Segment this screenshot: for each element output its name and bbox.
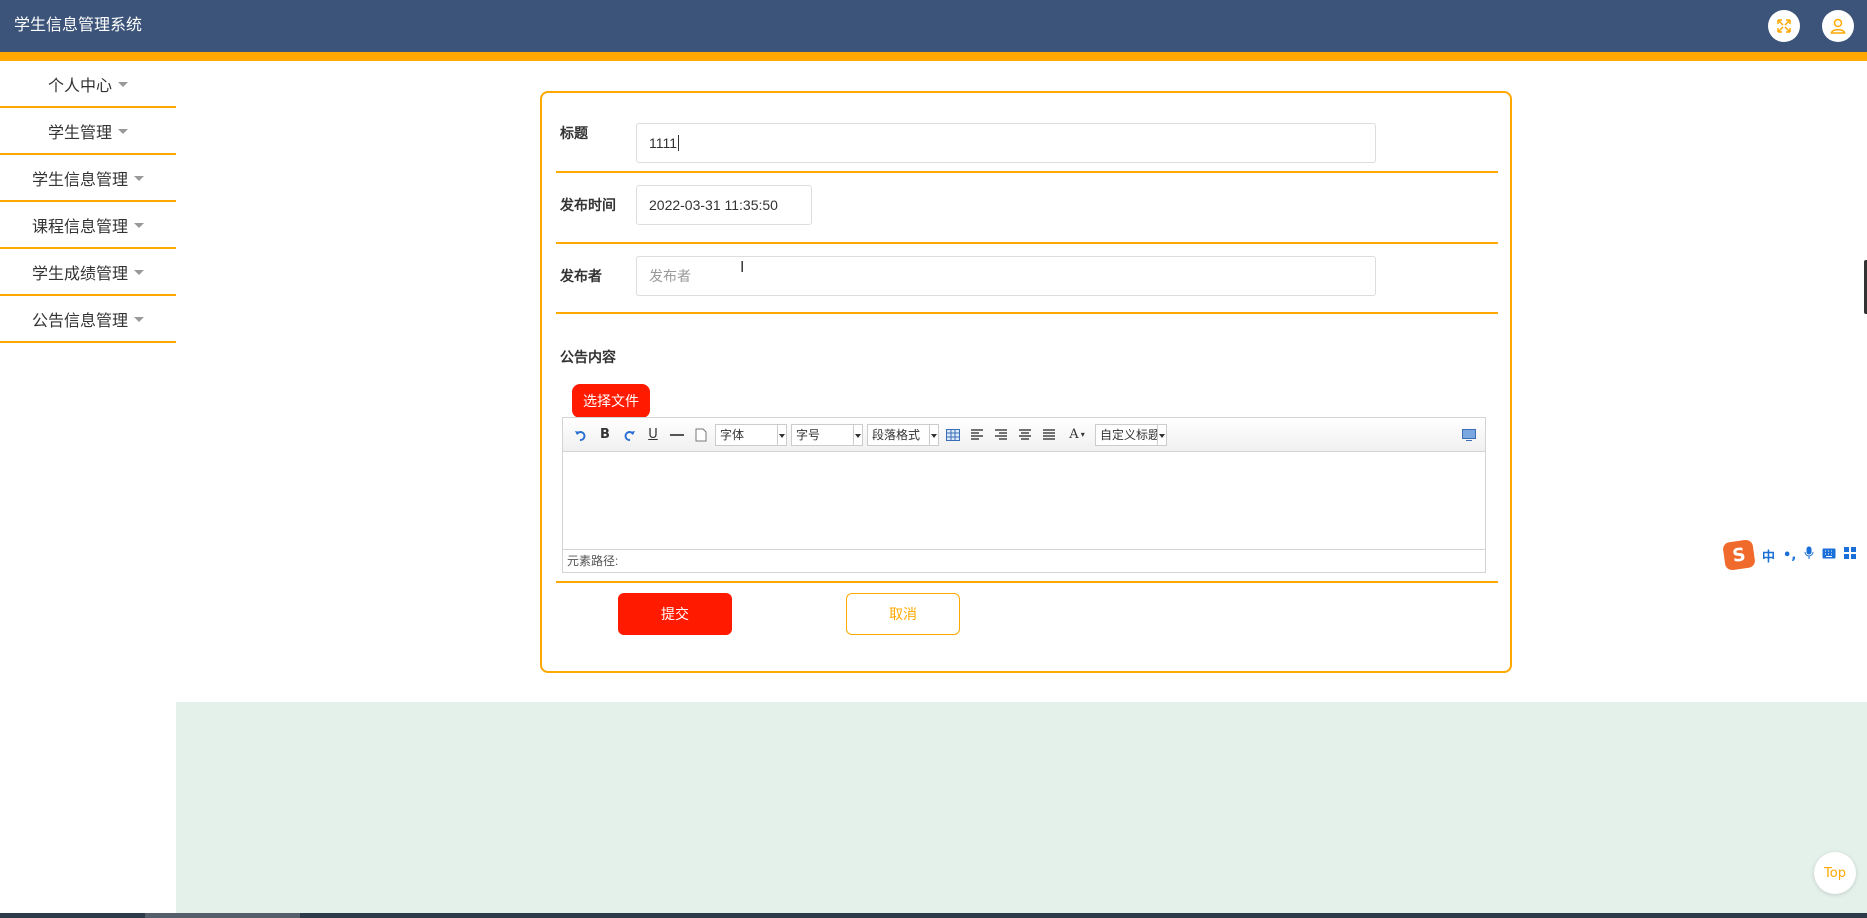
sidebar-item-label: 公告信息管理 <box>31 310 128 330</box>
editor-toolbar: B U 字体 字号 段落格式 A ▾ 自定义标题 <box>563 418 1485 452</box>
undo-icon[interactable] <box>571 425 591 445</box>
scrollbar-thumb[interactable] <box>145 913 300 918</box>
editor-body[interactable] <box>563 452 1485 550</box>
title-input-value: 1111 <box>649 135 678 151</box>
bold-icon[interactable]: B <box>595 425 615 445</box>
footer-area <box>176 702 1867 914</box>
submit-button[interactable]: 提交 <box>618 593 732 635</box>
ime-mode[interactable]: 中 <box>1762 546 1775 565</box>
sogou-logo-icon: S <box>1722 539 1756 571</box>
microphone-icon[interactable] <box>1804 546 1814 564</box>
chevron-down-icon <box>134 270 144 275</box>
horizontal-rule-icon[interactable] <box>667 425 687 445</box>
choose-file-button[interactable]: 选择文件 <box>572 384 650 418</box>
sidebar-item-label: 学生信息管理 <box>31 169 128 189</box>
user-button[interactable] <box>1822 10 1854 42</box>
chevron-down-icon <box>134 317 144 322</box>
align-left-icon[interactable] <box>967 425 987 445</box>
sidebar-item-label: 学生管理 <box>47 122 112 142</box>
font-color-icon[interactable]: A ▾ <box>1063 425 1091 445</box>
chevron-down-icon <box>118 82 128 87</box>
font-color-label: A <box>1069 427 1079 442</box>
chevron-down-icon <box>134 176 144 181</box>
publish-time-input[interactable]: 2022-03-31 11:35:50 <box>636 185 812 225</box>
editor-element-path: 元素路径: <box>563 549 1485 572</box>
publisher-label: 发布者 <box>560 269 602 285</box>
custom-title-select[interactable]: 自定义标题 <box>1095 423 1167 446</box>
paragraph-format-select[interactable]: 段落格式 <box>867 423 939 446</box>
paragraph-format-select-value: 段落格式 <box>872 428 921 442</box>
new-document-icon[interactable] <box>691 425 711 445</box>
custom-title-select-value: 自定义标题 <box>1100 428 1158 442</box>
sidebar-item-personal-center[interactable]: 个人中心 <box>0 61 176 108</box>
sidebar-item-announcements[interactable]: 公告信息管理 <box>0 296 176 343</box>
sidebar-item-students[interactable]: 学生管理 <box>0 108 176 155</box>
text-caret <box>678 135 680 151</box>
sidebar-item-course-info[interactable]: 课程信息管理 <box>0 202 176 249</box>
announcement-form: 标题 1111 发布时间 2022-03-31 11:35:50 发布者 公告内… <box>540 91 1512 673</box>
sidebar-item-label: 学生成绩管理 <box>31 263 128 283</box>
sidebar-item-label: 个人中心 <box>47 75 112 95</box>
rich-text-editor: B U 字体 字号 段落格式 A ▾ 自定义标题 元素路径: <box>562 417 1486 573</box>
preview-icon[interactable] <box>1459 425 1479 445</box>
font-size-select[interactable]: 字号 <box>791 423 863 446</box>
ime-toolbar[interactable]: S 中 •, <box>1722 539 1867 571</box>
align-center-icon[interactable] <box>1015 425 1035 445</box>
sidebar: 个人中心 学生管理 学生信息管理 课程信息管理 学生成绩管理 公告信息管理 <box>0 61 176 343</box>
header-accent-stripe <box>0 52 1867 61</box>
user-icon <box>1830 18 1846 34</box>
text-cursor-icon: I <box>740 258 745 276</box>
content-label: 公告内容 <box>560 350 616 366</box>
table-icon[interactable] <box>943 425 963 445</box>
chevron-down-icon <box>118 129 128 134</box>
font-size-select-value: 字号 <box>796 428 821 442</box>
fullscreen-icon <box>1777 19 1791 33</box>
app-title: 学生信息管理系统 <box>14 15 143 34</box>
bottom-scrollbar[interactable] <box>0 913 1867 918</box>
keyboard-icon[interactable] <box>1822 548 1836 563</box>
font-family-select[interactable]: 字体 <box>715 423 787 446</box>
grid-menu-icon[interactable] <box>1844 547 1857 563</box>
editor-divider <box>556 581 1498 583</box>
publish-time-label: 发布时间 <box>560 198 616 214</box>
font-family-select-value: 字体 <box>720 428 745 442</box>
title-input[interactable]: 1111 <box>636 123 1376 163</box>
title-label: 标题 <box>560 126 588 142</box>
sidebar-item-label: 课程信息管理 <box>31 216 128 236</box>
redo-icon[interactable] <box>619 425 639 445</box>
title-row: 标题 1111 <box>556 93 1498 173</box>
punctuation-icon[interactable]: •, <box>1783 548 1796 563</box>
cancel-button[interactable]: 取消 <box>846 593 960 635</box>
align-right-icon[interactable] <box>991 425 1011 445</box>
publisher-input[interactable] <box>636 256 1376 296</box>
align-justify-icon[interactable] <box>1039 425 1059 445</box>
back-to-top-button[interactable]: Top <box>1814 852 1856 894</box>
sidebar-item-student-info[interactable]: 学生信息管理 <box>0 155 176 202</box>
underline-icon[interactable]: U <box>643 425 663 445</box>
top-header: 学生信息管理系统 <box>0 0 1867 52</box>
publisher-row: 发布者 <box>556 244 1498 314</box>
publish-time-row: 发布时间 2022-03-31 11:35:50 <box>556 173 1498 244</box>
chevron-down-icon <box>134 223 144 228</box>
sidebar-item-grades[interactable]: 学生成绩管理 <box>0 249 176 296</box>
fullscreen-button[interactable] <box>1768 10 1800 42</box>
